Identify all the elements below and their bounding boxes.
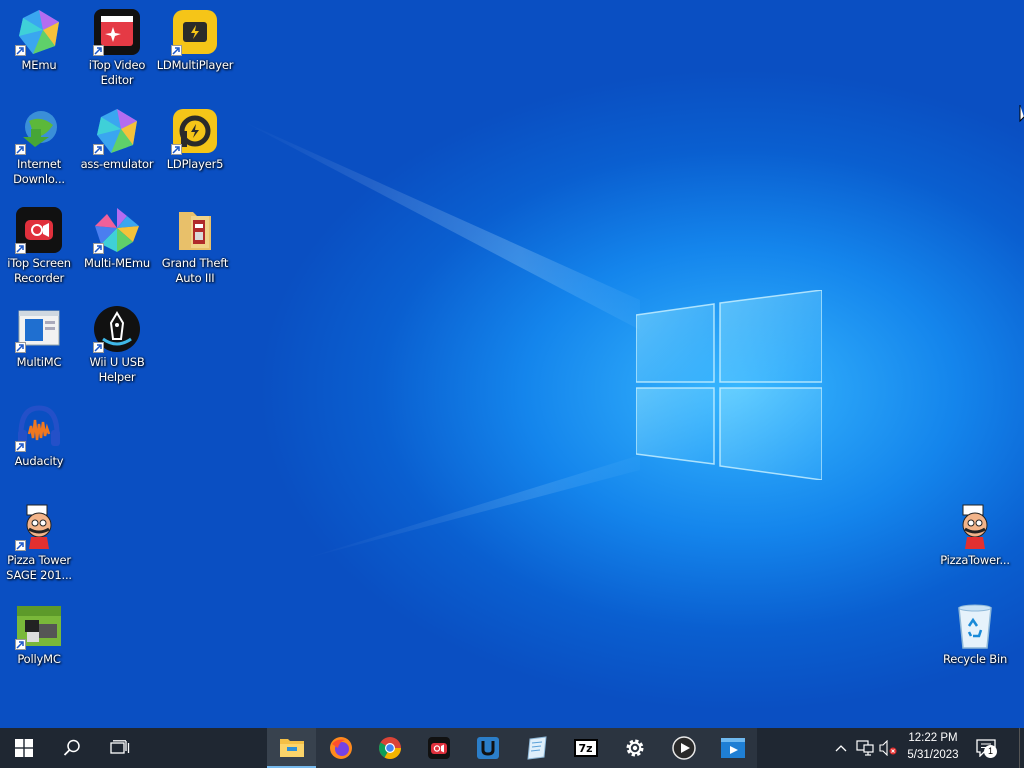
wii-u-usb-helper-icon bbox=[93, 305, 141, 353]
7zip-label: 7z bbox=[578, 741, 593, 755]
memu-icon bbox=[15, 8, 63, 56]
pizza-tower-icon bbox=[951, 503, 999, 551]
pinned-apps: 7z bbox=[267, 728, 757, 768]
desktop-icon-multimc[interactable]: MultiMC bbox=[0, 305, 78, 370]
desktop-icon-label: LDMultiPlayer bbox=[156, 58, 234, 72]
firefox-icon bbox=[329, 737, 352, 759]
desktop-icon-label: PollyMC bbox=[17, 652, 61, 666]
clock-time: 12:22 PM bbox=[908, 732, 958, 744]
desktop-icon-label: LDPlayer5 bbox=[166, 157, 224, 171]
chrome-icon bbox=[378, 737, 401, 759]
desktop-icon-ass-emulator[interactable]: ass-emulator bbox=[78, 107, 156, 172]
network-button[interactable] bbox=[854, 728, 876, 768]
taskbar-media-player[interactable] bbox=[659, 728, 708, 768]
itop-screen-recorder-icon bbox=[15, 206, 63, 254]
desktop-icon-label: Multi-MEmu bbox=[84, 256, 150, 270]
taskbar-video-editor[interactable] bbox=[708, 728, 757, 768]
taskbar-itop-screen-recorder[interactable] bbox=[414, 728, 463, 768]
multi-memu-icon bbox=[93, 206, 141, 254]
internet-download-manager-icon bbox=[15, 107, 63, 155]
desktop[interactable]: MEmu iTop Video Editor LDMultiPlayer Int… bbox=[0, 0, 1024, 728]
ldplayer-icon bbox=[171, 107, 219, 155]
action-center-button[interactable]: 1 bbox=[972, 728, 1000, 768]
windows-start-icon bbox=[15, 739, 33, 757]
search-button[interactable] bbox=[48, 728, 96, 768]
video-editor-icon bbox=[720, 738, 745, 758]
desktop-icon-recycle-bin[interactable]: Recycle Bin bbox=[936, 602, 1014, 667]
desktop-icon-grand-theft-auto-iii[interactable]: Grand Theft Auto III bbox=[156, 206, 234, 286]
pizza-tower-icon bbox=[15, 503, 63, 551]
show-hidden-icons-button[interactable] bbox=[831, 728, 851, 768]
7zip-icon: 7z bbox=[573, 739, 598, 757]
notification-count-badge: 1 bbox=[984, 745, 997, 758]
clock[interactable]: 12:22 PM 5/31/2023 bbox=[897, 730, 969, 766]
desktop-icon-itop-screen-recorder[interactable]: iTop Screen Recorder bbox=[0, 206, 78, 286]
desktop-icon-itop-video-editor[interactable]: iTop Video Editor bbox=[78, 8, 156, 88]
desktop-icon-internet-download-manager[interactable]: Internet Downlo... bbox=[0, 107, 78, 187]
taskbar-file-explorer[interactable] bbox=[267, 728, 316, 768]
desktop-icon-audacity[interactable]: Audacity bbox=[0, 404, 78, 469]
taskbar-firefox[interactable] bbox=[316, 728, 365, 768]
media-player-icon bbox=[671, 736, 696, 760]
desktop-icon-label: MultiMC bbox=[16, 355, 62, 369]
memu-icon bbox=[93, 107, 141, 155]
audacity-icon bbox=[15, 404, 63, 452]
desktop-icon-pizza-tower[interactable]: PizzaTower... bbox=[936, 503, 1014, 568]
taskbar-wii-u-usb-helper[interactable] bbox=[463, 728, 512, 768]
folder-icon bbox=[171, 206, 219, 254]
mouse-cursor bbox=[1019, 105, 1024, 123]
itop-screen-recorder-icon bbox=[427, 737, 450, 759]
desktop-icon-memu[interactable]: MEmu bbox=[0, 8, 78, 73]
taskbar: 7z 12:22 PM 5/31/2023 1 bbox=[0, 728, 1024, 768]
desktop-icon-label: Wii U USB Helper bbox=[89, 355, 145, 384]
task-view-button[interactable] bbox=[96, 728, 144, 768]
volume-muted-icon bbox=[879, 740, 897, 756]
volume-button[interactable] bbox=[877, 728, 899, 768]
recycle-bin-icon bbox=[951, 602, 999, 650]
network-icon bbox=[856, 740, 874, 756]
notepad-icon bbox=[526, 736, 547, 760]
chevron-up-icon bbox=[835, 745, 847, 752]
wii-u-usb-helper-icon bbox=[476, 737, 499, 759]
multimc-icon bbox=[15, 305, 63, 353]
taskbar-notepad[interactable] bbox=[512, 728, 561, 768]
taskbar-7zip[interactable]: 7z bbox=[561, 728, 610, 768]
desktop-icon-multi-memu[interactable]: Multi-MEmu bbox=[78, 206, 156, 271]
desktop-icon-label: Audacity bbox=[14, 454, 64, 468]
desktop-icon-label: Pizza Tower SAGE 201... bbox=[6, 553, 72, 582]
show-desktop-button[interactable] bbox=[1019, 728, 1024, 768]
file-explorer-icon bbox=[279, 739, 304, 757]
desktop-icon-pizza-tower-sage[interactable]: Pizza Tower SAGE 201... bbox=[0, 503, 78, 583]
pollymc-icon bbox=[15, 602, 63, 650]
task-view-icon bbox=[110, 740, 130, 754]
desktop-icon-pollymc[interactable]: PollyMC bbox=[0, 602, 78, 667]
desktop-icon-label: MEmu bbox=[21, 58, 57, 72]
windows-logo-wallpaper bbox=[636, 290, 822, 480]
desktop-icon-label: Recycle Bin bbox=[942, 652, 1008, 666]
clock-date: 5/31/2023 bbox=[907, 749, 959, 761]
desktop-icon-label: ass-emulator bbox=[80, 157, 154, 171]
settings-gear-icon bbox=[626, 739, 643, 757]
start-button[interactable] bbox=[0, 728, 48, 768]
desktop-icon-wii-u-usb-helper[interactable]: Wii U USB Helper bbox=[78, 305, 156, 385]
desktop-icon-ldmultiplayer[interactable]: LDMultiPlayer bbox=[156, 8, 234, 73]
desktop-icon-ldplayer5[interactable]: LDPlayer5 bbox=[156, 107, 234, 172]
itop-video-editor-icon bbox=[93, 8, 141, 56]
desktop-icon-label: iTop Screen Recorder bbox=[7, 256, 71, 285]
desktop-icon-label: iTop Video Editor bbox=[88, 58, 146, 87]
search-icon bbox=[63, 739, 80, 756]
ldmultiplayer-icon bbox=[171, 8, 219, 56]
taskbar-chrome[interactable] bbox=[365, 728, 414, 768]
desktop-icon-label: Internet Downlo... bbox=[13, 157, 65, 186]
taskbar-settings[interactable] bbox=[610, 728, 659, 768]
desktop-icon-label: Grand Theft Auto III bbox=[161, 256, 229, 285]
desktop-icon-label: PizzaTower... bbox=[940, 553, 1010, 567]
